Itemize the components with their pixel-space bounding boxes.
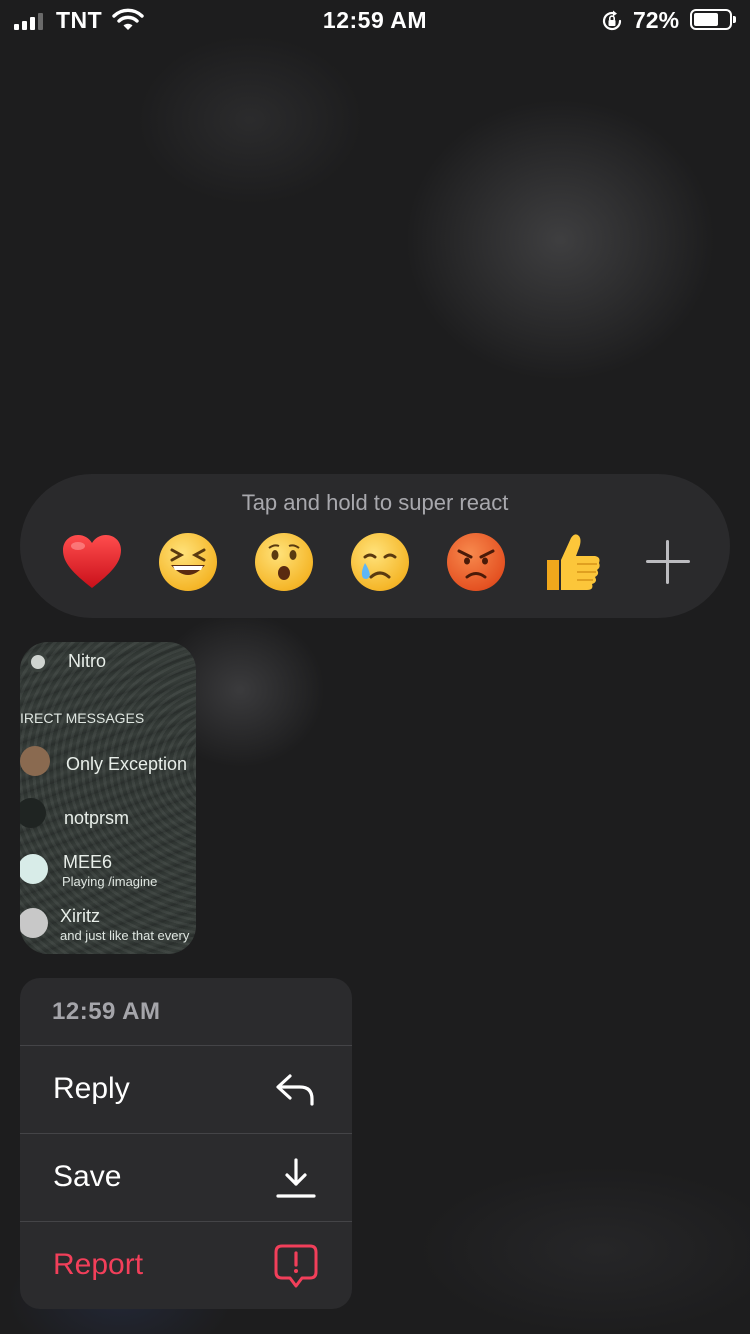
add-reaction-button[interactable] [636, 530, 700, 594]
nitro-icon [28, 652, 48, 672]
reaction-bar: Tap and hold to super react [20, 474, 730, 618]
crying-face-icon [351, 533, 409, 591]
avatar [20, 908, 48, 938]
avatar [20, 746, 50, 776]
download-icon [276, 1158, 316, 1198]
reaction-list [60, 530, 700, 594]
thumbs-up-icon [547, 534, 600, 590]
surprised-face-icon [255, 533, 313, 591]
reaction-heart[interactable] [60, 530, 124, 594]
image-dm-row: notprsm [20, 794, 196, 838]
image-nitro-label: Nitro [68, 651, 107, 671]
image-dm-row: Only Exception [20, 742, 196, 786]
reaction-thumbs-up[interactable] [540, 530, 604, 594]
plus-icon [636, 530, 700, 594]
reply-label: Reply [53, 1072, 130, 1105]
image-dm-row: MEE6 Playing /imagine [20, 850, 196, 898]
reaction-hint: Tap and hold to super react [241, 490, 509, 515]
image-attachment[interactable]: Nitro IRECT MESSAGES Only Exception notp… [20, 642, 196, 954]
avatar [20, 854, 48, 884]
report-label: Report [53, 1248, 144, 1281]
battery-fill [694, 13, 718, 26]
avatar [20, 798, 46, 828]
message-context-menu: 12:59 AM Reply Save Report [20, 978, 352, 1309]
save-label: Save [53, 1160, 122, 1193]
angry-face-icon [447, 533, 505, 591]
reaction-laughing[interactable] [156, 530, 220, 594]
report-button[interactable]: Report [20, 1221, 352, 1309]
heart-icon [63, 535, 121, 588]
image-dm-row: Xiritz and just like that every [20, 904, 196, 952]
rotation-lock-icon [600, 9, 624, 38]
reaction-crying[interactable] [348, 530, 412, 594]
reaction-angry[interactable] [444, 530, 508, 594]
message-timestamp: 12:59 AM [52, 998, 161, 1025]
save-button[interactable]: Save [20, 1133, 352, 1221]
image-nitro-row: Nitro [20, 648, 196, 678]
reaction-surprised[interactable] [252, 530, 316, 594]
battery-icon [690, 9, 736, 30]
reply-button[interactable]: Reply [20, 1045, 352, 1133]
report-icon [274, 1244, 318, 1288]
battery-percent: 72% [633, 7, 680, 33]
reply-icon [276, 1074, 314, 1106]
laughing-face-icon [159, 533, 217, 591]
status-bar: TNT 12:59 AM 72% [0, 0, 750, 42]
